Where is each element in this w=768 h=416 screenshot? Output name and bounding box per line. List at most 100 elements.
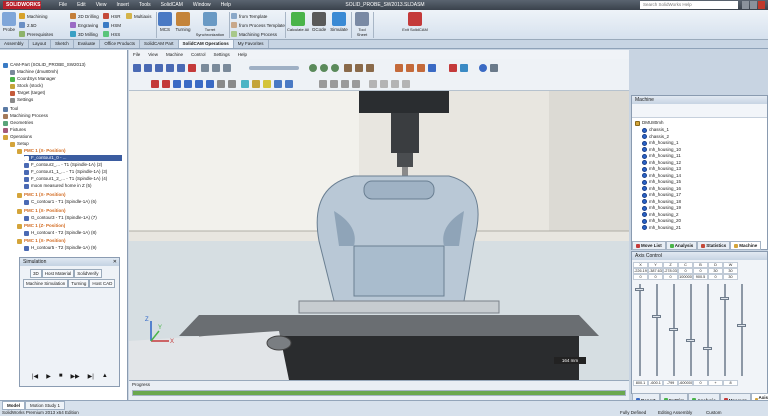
menu-tools[interactable]: Tools [134, 0, 156, 10]
tree-item-machine[interactable]: Machine (dmu80mh) [10, 69, 58, 75]
tree-item-tool[interactable]: Tool [3, 106, 18, 112]
close-button[interactable] [758, 1, 765, 9]
play-icon[interactable] [144, 64, 152, 72]
axis-value-field[interactable]: 8 [723, 380, 738, 386]
axis-slider-thumb[interactable] [652, 314, 661, 318]
prerequisites-button[interactable]: Prerequisites [19, 30, 53, 38]
minimize-button[interactable] [742, 1, 749, 9]
reverse-icon[interactable] [212, 64, 220, 72]
turret-sync-button[interactable]: Turret Synchronization [193, 12, 227, 37]
view-back-icon[interactable] [162, 80, 170, 88]
machine-component-item[interactable]: mh_housing_21 [642, 225, 681, 232]
tree-item-operations[interactable]: Operations [3, 134, 32, 140]
axis-slider-thumb[interactable] [669, 328, 678, 331]
axis-slider-thumb[interactable] [686, 338, 695, 342]
vp-menu-control[interactable]: Control [187, 50, 210, 59]
vp-menu-settings[interactable]: Settings [209, 50, 233, 59]
view-dimetric-icon[interactable] [228, 80, 236, 88]
multiaxis-button[interactable]: Multiaxis [126, 12, 152, 20]
fixture-icon[interactable] [330, 80, 338, 88]
stop-icon[interactable] [188, 64, 196, 72]
machine-3d-scene[interactable]: Z X Y [129, 91, 629, 380]
mode-turning-button[interactable]: Turning [68, 279, 90, 288]
rewind-icon[interactable]: |◀ [32, 373, 38, 380]
machine-root[interactable]: DMU80mh [635, 120, 664, 127]
tree-item-geometries[interactable]: Geometries [3, 120, 33, 126]
tree-item-operation[interactable]: C_contour1 - T1 (Spindle-1A) (6) [24, 199, 96, 205]
axis-slider-thumb[interactable] [737, 323, 746, 327]
zoom-window-icon[interactable] [417, 64, 425, 72]
tab-layout[interactable]: Layout [29, 40, 52, 48]
mode-solidverify-button[interactable]: SolidVerify [74, 269, 102, 278]
tree-item-stock[interactable]: Stock (stock) [10, 83, 43, 89]
tree-item-operation[interactable]: H_contour5 - T2 (Spindle-1A) (9) [24, 245, 96, 251]
tree-item-pmc[interactable]: PMC 1 (X- Position) [17, 238, 66, 244]
probe-button[interactable]: Probe [2, 12, 16, 32]
units-dropdown[interactable]: Custom [706, 410, 722, 415]
mode-host-cad-button[interactable]: Host CAD [89, 279, 116, 288]
vp-menu-machine[interactable]: Machine [162, 50, 187, 59]
from-template-button[interactable]: from Template [231, 12, 267, 20]
machining-process-button[interactable]: Machining Process [231, 30, 277, 38]
2d-drilling-button[interactable]: 2D Drilling [70, 12, 99, 20]
target-icon[interactable] [352, 80, 360, 88]
tree-item-settings[interactable]: Settings [10, 97, 33, 103]
axis-value-field[interactable]: 0 [663, 274, 678, 280]
mode-3d-button[interactable]: 3D [30, 269, 42, 278]
compare-icon[interactable] [391, 80, 399, 88]
view-top-icon[interactable] [173, 80, 181, 88]
stop-icon[interactable]: ■ [59, 373, 63, 380]
calculate-all-button[interactable]: Calculate All [287, 12, 309, 32]
fit-selection-icon[interactable] [406, 64, 414, 72]
tree-item-machining-process[interactable]: Machining Process [3, 113, 48, 119]
pan-icon[interactable] [320, 64, 328, 72]
tab-machine[interactable]: Machine [730, 241, 762, 250]
undo-icon[interactable] [449, 64, 457, 72]
last-step-icon[interactable] [177, 64, 185, 72]
mode-machine-simulation-button[interactable]: Machine Simulation [23, 279, 69, 288]
menu-file[interactable]: File [54, 0, 72, 10]
menu-solidcam[interactable]: SolidCAM [156, 0, 188, 10]
tree-item-operation[interactable]: H_contour4 - T2 (Spindle-1A) (8) [24, 230, 96, 236]
2-5d-button[interactable]: 2.5D [19, 21, 37, 29]
axis-slider-thumb[interactable] [703, 347, 712, 351]
fast-forward-icon[interactable]: ▶▶ [70, 373, 79, 380]
close-icon[interactable]: ✕ [113, 259, 117, 265]
vp-menu-help[interactable]: Help [234, 50, 251, 59]
tree-item-setup[interactable]: Setup [10, 141, 29, 147]
simulate-button[interactable]: Simulate [329, 12, 349, 32]
tab-evaluate[interactable]: Evaluate [74, 40, 101, 48]
menu-edit[interactable]: Edit [72, 0, 91, 10]
tree-item-coordsys[interactable]: CoordSys Manager [10, 76, 56, 82]
speed-slider[interactable] [249, 66, 299, 70]
axis-icon[interactable] [402, 80, 410, 88]
tab-motion-study[interactable]: Motion Study 1 [25, 401, 66, 410]
tab-model[interactable]: Model [2, 401, 25, 410]
rotate-icon[interactable] [331, 64, 339, 72]
transparency-icon[interactable] [274, 80, 282, 88]
mode-host-material-button[interactable]: Host Material [41, 269, 75, 278]
tree-item-pmc[interactable]: PMC 1 (X- Position) [17, 192, 66, 198]
tree-item-operation-selected[interactable]: F_contour1_0 - ... [24, 155, 122, 161]
tab-statistics[interactable]: Statistics [697, 241, 731, 250]
eject-icon[interactable]: ▲ [102, 373, 108, 380]
gouge-icon[interactable] [380, 80, 388, 88]
menu-help[interactable]: Help [216, 0, 236, 10]
measure-icon[interactable] [460, 64, 468, 72]
first-step-icon[interactable] [133, 64, 141, 72]
highlight-icon[interactable] [263, 80, 271, 88]
step-icon[interactable] [166, 64, 174, 72]
axis-value-field[interactable]: -600.1 [648, 380, 663, 386]
view-right-icon[interactable] [206, 80, 214, 88]
wireframe-icon[interactable] [355, 64, 363, 72]
turning-button[interactable]: Turning [174, 12, 192, 32]
tree-item-operation[interactable]: moon measured home in Z (5) [24, 183, 92, 189]
tool-sheet-button[interactable]: Tool Sheet [353, 12, 371, 37]
tab-solidcam-operations[interactable]: SolidCAM Operations [178, 40, 234, 48]
skip-end-icon[interactable]: ▶| [88, 373, 94, 380]
options-icon[interactable] [490, 64, 498, 72]
tab-sketch[interactable]: Sketch [51, 40, 74, 48]
tree-item-cam-part[interactable]: CAM-Part (SOLID_PROBE_SW2013) [3, 62, 86, 68]
hsm-button[interactable]: HSM [103, 21, 121, 29]
shaded-icon[interactable] [366, 64, 374, 72]
